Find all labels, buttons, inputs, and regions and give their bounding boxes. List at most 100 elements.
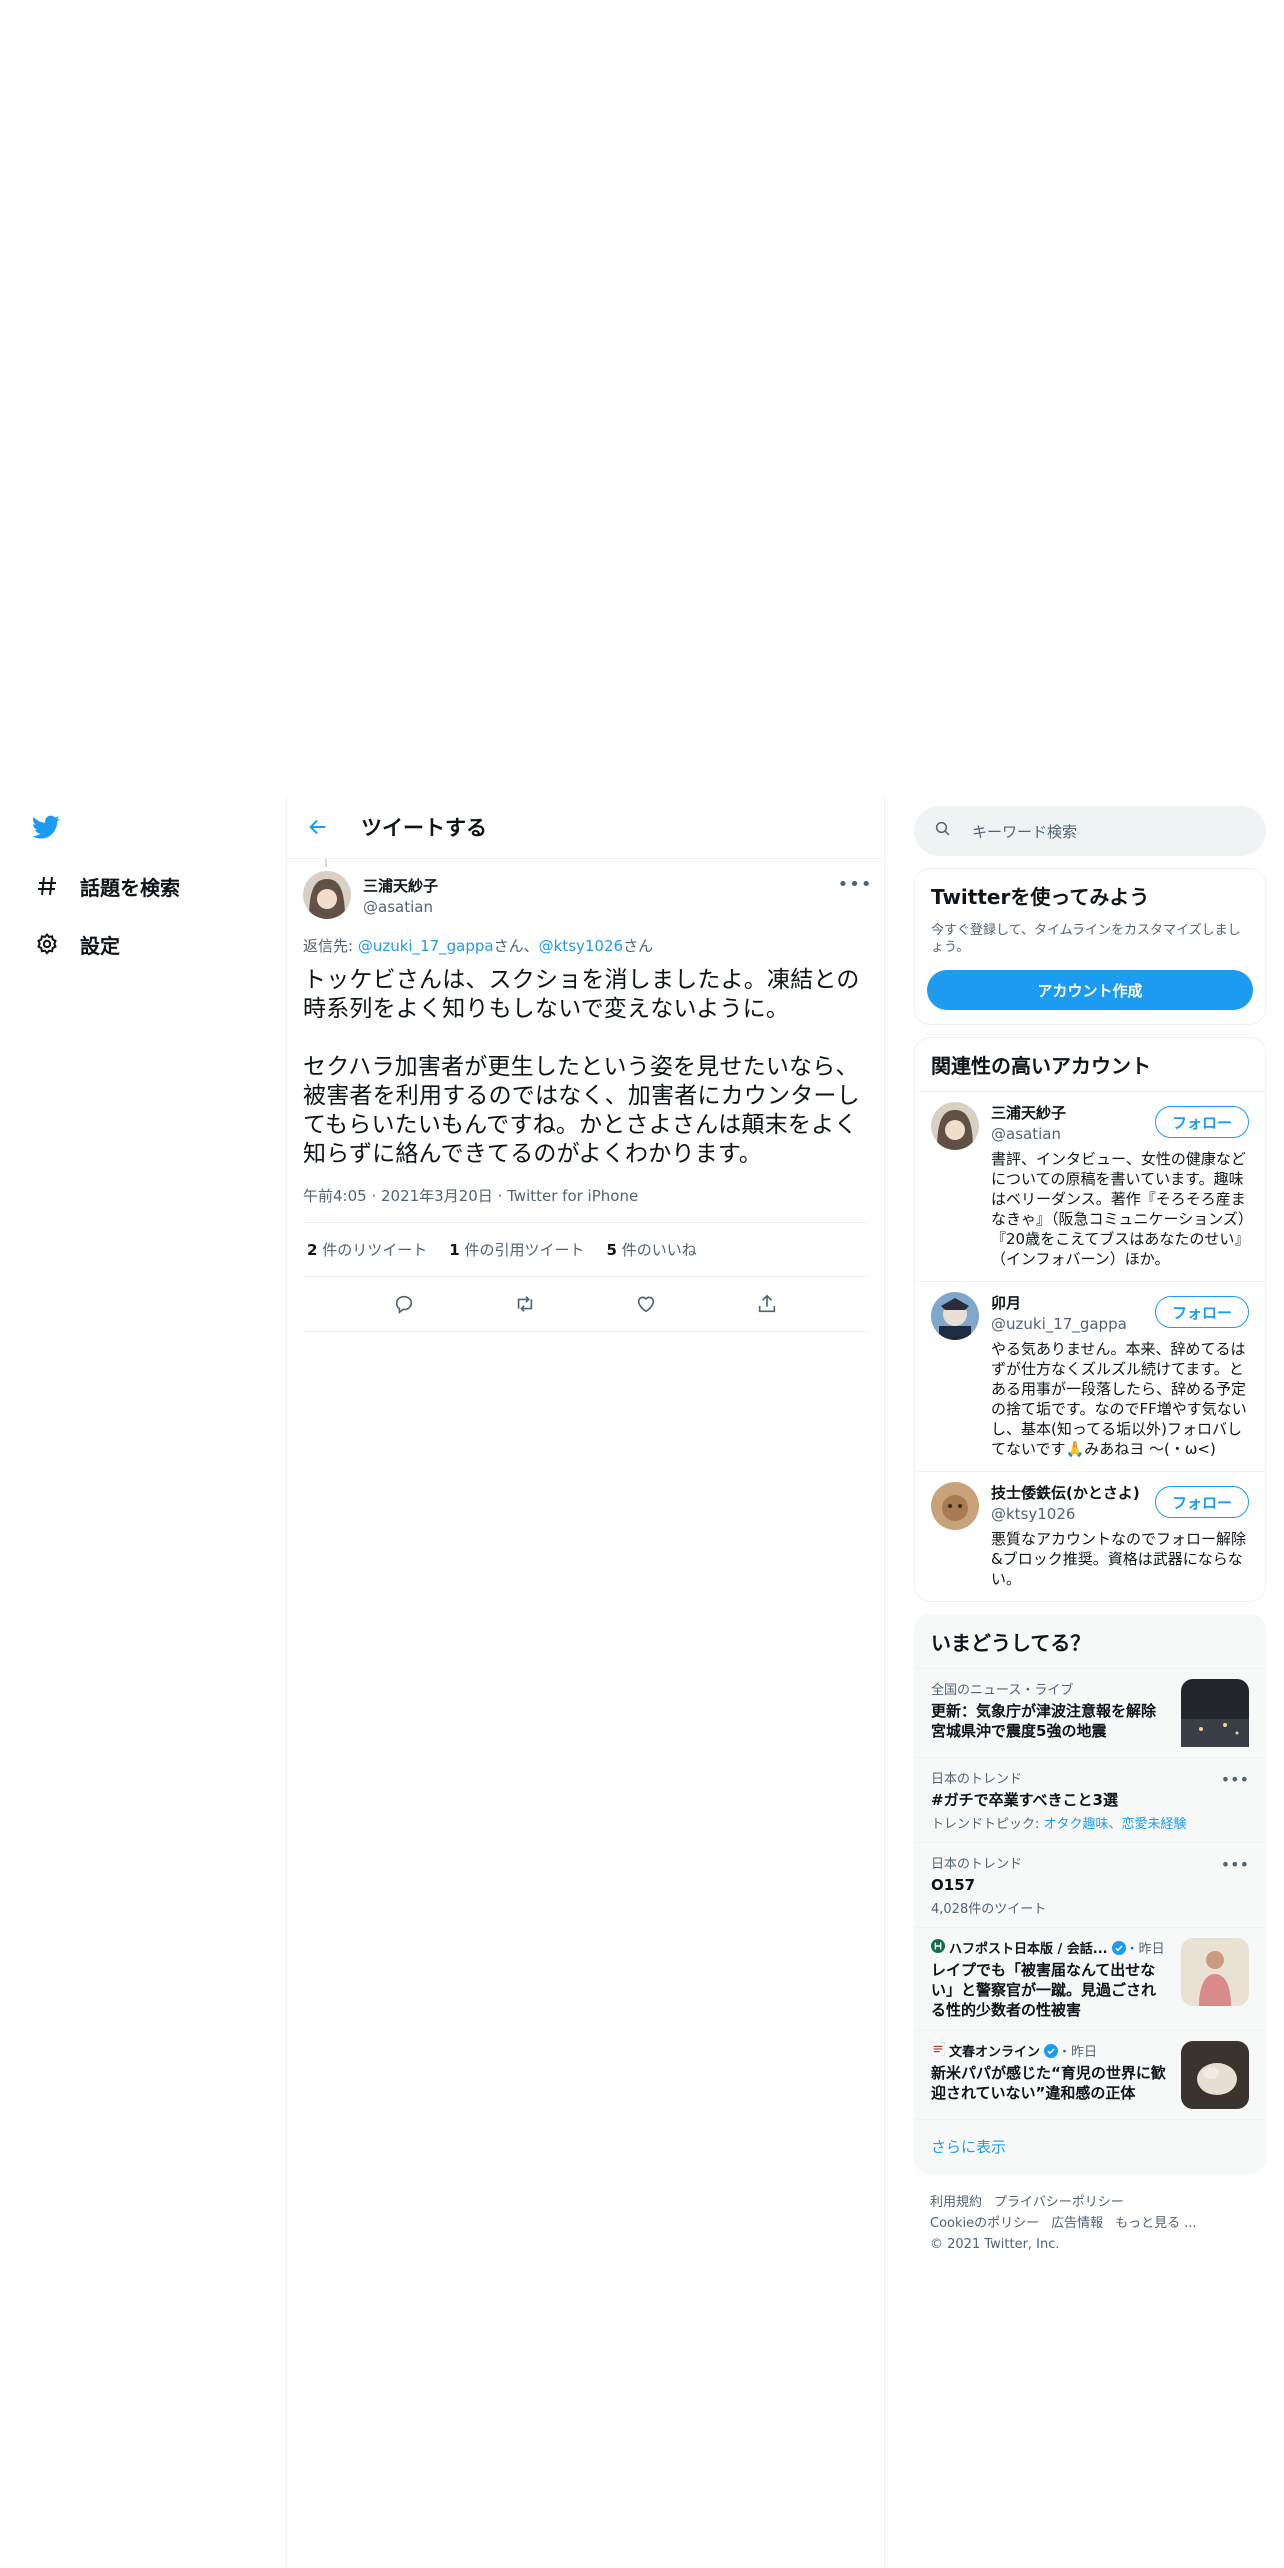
- retweet-count[interactable]: 2 件のリツイート: [307, 1239, 427, 1260]
- tweet-date[interactable]: 2021年3月20日: [381, 1187, 493, 1205]
- trend-context: 全国のニュース・ライブ: [931, 1683, 1074, 1698]
- related-title: 関連性の高いアカウント: [931, 1054, 1151, 1078]
- footer-link-ads[interactable]: 広告情報: [1051, 2216, 1103, 2231]
- tweet-time[interactable]: 午前4:05: [303, 1187, 367, 1205]
- verified-badge-icon: [1111, 1940, 1126, 1955]
- main-column: ツイートする 三浦天紗子 @asatian ••• 返信先: @uzuki_17…: [286, 796, 885, 2568]
- reply-to-line: 返信先: @uzuki_17_gappaさん、@ktsy1026さん: [303, 935, 868, 956]
- avatar[interactable]: [931, 1102, 979, 1150]
- mention-link[interactable]: @ktsy1026: [539, 937, 623, 955]
- search-icon: [934, 820, 952, 842]
- retweet-icon[interactable]: [508, 1287, 542, 1321]
- mention-link[interactable]: @uzuki_17_gappa: [358, 937, 494, 955]
- tweet: 三浦天紗子 @asatian ••• 返信先: @uzuki_17_gappaさ…: [287, 859, 884, 1332]
- account-bio: やる気ありません。本来、辞めてるはずが仕方なくズルズル続けてます。とある用事が一…: [991, 1340, 1247, 1458]
- quote-count[interactable]: 1 件の引用ツイート: [449, 1239, 584, 1260]
- reply-suffix: さん: [623, 937, 654, 955]
- footer: 利用規約 プライバシーポリシー Cookieのポリシー 広告情報 もっと見る ... …: [914, 2174, 1266, 2273]
- news-source-row: 文春オンライン ・昨日: [930, 2041, 1169, 2060]
- trend-tweet-count: 4,028件のツイート: [931, 1902, 1047, 1917]
- nav-item-label: 話題を検索: [80, 875, 180, 900]
- trend-item[interactable]: ハフポスト日本版 / 会話... ・昨日 レイプでも「被害届なんて出せない」と警…: [915, 1927, 1265, 2030]
- news-source[interactable]: ハフポスト日本版 / 会話...: [949, 1938, 1108, 1957]
- source-logo-icon: [930, 2041, 946, 2060]
- trend-context: 日本のトレンド: [931, 1772, 1023, 1787]
- news-source-row: ハフポスト日本版 / 会話... ・昨日: [931, 1938, 1169, 1957]
- account-row[interactable]: 技士倭鉄伝(かとさよ) @ktsy1026 悪質なアカウントなのでフォロー解除&…: [915, 1471, 1265, 1601]
- follow-button[interactable]: フォロー: [1154, 1486, 1249, 1518]
- page-header: ツイートする: [287, 796, 884, 859]
- trends-card: いまどうしてる？ 全国のニュース・ライブ 更新：気象庁が津波注意報を解除 宮城県…: [914, 1614, 1266, 2174]
- trend-name[interactable]: #ガチで卒業すべきこと3選: [931, 1790, 1249, 1810]
- page-title: ツイートする: [361, 816, 487, 840]
- heart-icon[interactable]: [629, 1287, 663, 1321]
- trend-name[interactable]: O157: [931, 1875, 1249, 1895]
- tweet-text: トッケビさんは、スクショを消しましたよ。凍結との時系列をよく知りもしないで変えな…: [303, 967, 860, 1167]
- tweet-author[interactable]: 三浦天紗子 @asatian: [303, 871, 868, 919]
- tweet-meta: 午前4:05 · 2021年3月20日 · Twitter for iPhone: [303, 1185, 868, 1223]
- follow-button[interactable]: フォロー: [1154, 1106, 1249, 1138]
- trend-context: 日本のトレンド: [931, 1857, 1023, 1872]
- news-thumbnail[interactable]: [1181, 1938, 1249, 2006]
- trend-topic-link[interactable]: オタク趣味、恋愛未経験: [1044, 1817, 1187, 1832]
- footer-link-terms[interactable]: 利用規約: [930, 2195, 982, 2210]
- author-handle[interactable]: @asatian: [363, 898, 438, 916]
- reply-suffix: さん、: [493, 937, 539, 955]
- account-bio: 悪質なアカウントなのでフォロー解除&ブロック推奨。資格は武器にならない。: [991, 1530, 1247, 1588]
- back-arrow-icon[interactable]: [305, 814, 331, 840]
- trend-subtopics: トレンドトピック: オタク趣味、恋愛未経験: [931, 1817, 1187, 1832]
- gear-icon: [34, 931, 60, 957]
- news-thumbnail[interactable]: [1181, 1679, 1249, 1747]
- trend-name[interactable]: 新米パパが感じた“育児の世界に歓迎されていない”違和感の正体: [931, 2063, 1169, 2103]
- hashtag-icon: [34, 873, 60, 899]
- signup-title: Twitterを使ってみよう: [931, 885, 1150, 909]
- signup-subtitle: 今すぐ登録して、タイムラインをカスタマイズしましょう。: [931, 923, 1241, 955]
- account-bio: 書評、インタビュー、女性の健康などについての原稿を書いています。趣味はベリーダン…: [991, 1150, 1246, 1268]
- trend-name[interactable]: 更新：気象庁が津波注意報を解除 宮城県沖で震度5強の地震: [931, 1701, 1171, 1741]
- trend-item[interactable]: 文春オンライン ・昨日 新米パパが感じた“育児の世界に歓迎されていない”違和感の…: [915, 2030, 1265, 2119]
- more-options-icon[interactable]: •••: [1221, 1770, 1249, 1789]
- copyright: © 2021 Twitter, Inc.: [930, 2237, 1060, 2252]
- show-more-link[interactable]: さらに表示: [915, 2119, 1265, 2173]
- nav-item-label: 設定: [80, 933, 120, 958]
- verified-badge-icon: [1044, 2043, 1059, 2058]
- footer-link-privacy[interactable]: プライバシーポリシー: [994, 2195, 1124, 2210]
- source-logo-icon: [931, 1938, 945, 1957]
- tweet-actions: [303, 1277, 868, 1332]
- news-time: ・昨日: [1058, 2045, 1098, 2060]
- avatar[interactable]: [303, 871, 351, 919]
- trends-title: いまどうしてる？: [931, 1631, 1091, 1655]
- search-bar[interactable]: キーワード検索: [914, 806, 1266, 856]
- reply-icon[interactable]: [387, 1287, 421, 1321]
- trend-item[interactable]: 日本のトレンド O157 4,028件のツイート •••: [915, 1842, 1265, 1927]
- search-input[interactable]: キーワード検索: [972, 821, 1077, 842]
- more-options-icon[interactable]: •••: [1221, 1855, 1249, 1874]
- news-thumbnail[interactable]: [1181, 2041, 1249, 2109]
- more-options-icon[interactable]: •••: [838, 871, 872, 897]
- tweet-source[interactable]: Twitter for iPhone: [507, 1187, 638, 1205]
- twitter-logo-icon[interactable]: [30, 813, 62, 841]
- author-name[interactable]: 三浦天紗子: [363, 875, 438, 896]
- footer-link-cookies[interactable]: Cookieのポリシー: [930, 2216, 1039, 2231]
- signup-card: Twitterを使ってみよう 今すぐ登録して、タイムラインをカスタマイズしましょ…: [914, 868, 1266, 1025]
- avatar[interactable]: [931, 1292, 979, 1340]
- related-accounts-card: 関連性の高いアカウント 三浦天紗子 @asatian 書評、インタビュー、女性の…: [914, 1037, 1266, 1602]
- avatar[interactable]: [931, 1482, 979, 1530]
- create-account-button[interactable]: アカウント作成: [927, 970, 1253, 1010]
- footer-link-more[interactable]: もっと見る ...: [1115, 2216, 1197, 2231]
- share-icon[interactable]: [750, 1287, 784, 1321]
- nav-item-settings[interactable]: 設定: [34, 924, 120, 964]
- account-row[interactable]: 卯月 @uzuki_17_gappa やる気ありません。本来、辞めてるはずが仕方…: [915, 1281, 1265, 1471]
- trend-item[interactable]: 日本のトレンド #ガチで卒業すべきこと3選 トレンドトピック: オタク趣味、恋愛…: [915, 1757, 1265, 1842]
- news-source[interactable]: 文春オンライン: [949, 2041, 1040, 2060]
- trend-name[interactable]: レイプでも「被害届なんて出せない」と警察官が一蹴。見過ごされる性的少数者の性被害: [931, 1960, 1169, 2020]
- account-row[interactable]: 三浦天紗子 @asatian 書評、インタビュー、女性の健康などについての原稿を…: [915, 1091, 1265, 1281]
- like-count[interactable]: 5 件のいいね: [606, 1239, 696, 1260]
- trend-item[interactable]: 全国のニュース・ライブ 更新：気象庁が津波注意報を解除 宮城県沖で震度5強の地震: [915, 1668, 1265, 1757]
- right-sidebar: キーワード検索 Twitterを使ってみよう 今すぐ登録して、タイムラインをカス…: [914, 796, 1266, 2273]
- follow-button[interactable]: フォロー: [1154, 1296, 1249, 1328]
- reply-prefix: 返信先:: [303, 937, 358, 955]
- news-time: ・昨日: [1125, 1942, 1165, 1957]
- nav-item-explore[interactable]: 話題を検索: [34, 866, 180, 906]
- tweet-stats: 2 件のリツイート 1 件の引用ツイート 5 件のいいね: [303, 1223, 868, 1277]
